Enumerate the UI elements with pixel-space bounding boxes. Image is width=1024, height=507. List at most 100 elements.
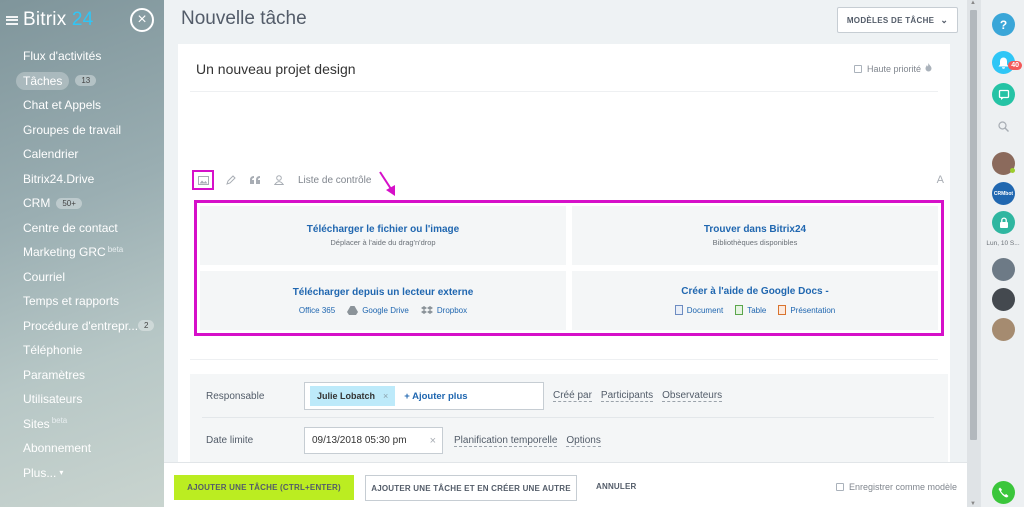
google-docs-links: Document Table Présentation: [669, 305, 842, 315]
spreadsheet-icon: [735, 305, 744, 315]
right-sidebar: ? 40 CRMbot Lun, 10 S...: [980, 0, 1024, 507]
sidebar-item-more[interactable]: Plus... ▾: [0, 461, 164, 486]
scroll-thumb[interactable]: [970, 10, 977, 440]
task-templates-button[interactable]: MODÈLES DE TÂCHE ⌄: [837, 7, 958, 33]
find-in-bitrix24-area[interactable]: Trouver dans Bitrix24 Bibliothèques disp…: [572, 206, 938, 265]
count-badge: 50+: [56, 197, 82, 209]
messenger-button[interactable]: [992, 83, 1015, 106]
sidebar-item-sites[interactable]: Sites beta: [0, 412, 164, 437]
clear-icon[interactable]: ×: [430, 435, 436, 447]
sidebar-item-label: Tâches: [16, 71, 70, 90]
sidebar-item-subscription[interactable]: Abonnement: [0, 436, 164, 461]
link-label: Office 365: [298, 305, 336, 315]
task-slider: Nouvelle tâche MODÈLES DE TÂCHE ⌄ Un nouv…: [164, 0, 980, 507]
add-and-create-another-button[interactable]: AJOUTER UNE TÂCHE ET EN CRÉER UNE AUTRE: [365, 475, 577, 501]
sidebar-item-mail[interactable]: Courriel: [0, 265, 164, 290]
mention-link-button[interactable]: [226, 175, 236, 185]
task-title-input[interactable]: Un nouveau projet design: [196, 61, 356, 77]
text-format-icon[interactable]: A: [937, 174, 944, 186]
link-label: Google Drive: [362, 305, 409, 315]
left-sidebar: Bitrix 24 Flux d'activités Tâches 13 Chat…: [0, 0, 164, 507]
options-link[interactable]: Options: [566, 435, 601, 447]
time-planning-link[interactable]: Planification temporelle: [454, 435, 558, 447]
mention-user-button[interactable]: [274, 175, 284, 185]
upload-subtitle: Déplacer à l'aide du drag'n'drop: [330, 238, 436, 247]
sidebar-item-time-reports[interactable]: Temps et rapports: [0, 289, 164, 314]
save-as-template-toggle[interactable]: Enregistrer comme modèle: [835, 482, 957, 492]
sidebar-item-marketing[interactable]: Marketing GRC beta: [0, 240, 164, 265]
help-button[interactable]: ?: [992, 13, 1015, 36]
quote-button[interactable]: [250, 176, 260, 184]
chevron-down-icon: ⌄: [940, 14, 949, 25]
assignee-chip[interactable]: Julie Lobatch ×: [310, 386, 396, 406]
lock-button[interactable]: [992, 211, 1015, 234]
sidebar-item-label: Paramètres: [23, 367, 86, 382]
image-icon: [197, 175, 209, 185]
beta-tag: beta: [107, 244, 124, 254]
link-label: Table: [747, 305, 767, 315]
deadline-input[interactable]: 09/13/2018 05:30 pm ×: [304, 427, 443, 454]
save-template-checkbox[interactable]: [835, 483, 844, 491]
close-button[interactable]: ×: [130, 8, 154, 32]
avatar[interactable]: [992, 288, 1015, 311]
sidebar-item-contact-center[interactable]: Centre de contact: [0, 216, 164, 241]
create-presentation-link[interactable]: Présentation: [778, 305, 835, 315]
link-label: Dropbox: [436, 305, 468, 315]
avatar[interactable]: [992, 152, 1015, 175]
quote-icon: [250, 176, 260, 184]
sidebar-item-crm[interactable]: CRM 50+: [0, 191, 164, 216]
search-button[interactable]: [992, 115, 1015, 138]
sidebar-item-users[interactable]: Utilisateurs: [0, 387, 164, 412]
link-label: Présentation: [790, 305, 836, 315]
recent-date-label: Lun, 10 S...: [986, 240, 1020, 247]
google-drive-link[interactable]: Google Drive: [347, 305, 409, 315]
external-drive-links: Office 365 Google Drive Dropbox: [293, 305, 473, 315]
sidebar-item-telephony[interactable]: Téléphonie: [0, 338, 164, 363]
google-drive-icon: [347, 305, 359, 315]
sidebar-item-chat[interactable]: Chat et Appels: [0, 93, 164, 118]
logo[interactable]: Bitrix 24: [23, 9, 93, 31]
create-document-link[interactable]: Document: [674, 305, 723, 315]
sidebar-item-label: Téléphonie: [23, 343, 83, 358]
participants-link[interactable]: Participants: [600, 390, 654, 402]
sidebar-item-calendar[interactable]: Calendrier: [0, 142, 164, 167]
notifications-button[interactable]: 40: [992, 51, 1022, 74]
scrollbar[interactable]: ▲ ▼: [967, 0, 980, 507]
phone-button[interactable]: [992, 481, 1015, 504]
avatar[interactable]: [992, 258, 1015, 281]
observers-link[interactable]: Observateurs: [662, 390, 723, 402]
menu-icon[interactable]: [6, 15, 18, 25]
sidebar-item-drive[interactable]: Bitrix24.Drive: [0, 167, 164, 192]
deadline-value: 09/13/2018 05:30 pm: [312, 435, 407, 446]
sidebar-item-workgroups[interactable]: Groupes de travail: [0, 118, 164, 143]
checklist-button[interactable]: Liste de contrôle: [298, 175, 371, 186]
sidebar-item-activity-stream[interactable]: Flux d'activités: [0, 44, 164, 69]
add-more-link[interactable]: + Ajouter plus: [404, 391, 467, 402]
dropbox-link[interactable]: Dropbox: [420, 305, 468, 315]
deadline-links: Planification temporelle Options: [454, 435, 610, 447]
scroll-up-icon[interactable]: ▲: [970, 0, 976, 6]
office365-link[interactable]: Office 365: [299, 306, 335, 315]
attach-file-button[interactable]: [192, 170, 214, 190]
create-table-link[interactable]: Table: [735, 305, 766, 315]
add-task-button[interactable]: AJOUTER UNE TÂCHE (CTRL+ENTER): [174, 475, 354, 500]
presentation-icon: [778, 305, 787, 315]
avatar[interactable]: [992, 318, 1015, 341]
created-by-link[interactable]: Créé par: [553, 390, 592, 402]
sidebar-item-tasks[interactable]: Tâches 13: [0, 69, 164, 94]
high-priority-toggle[interactable]: Haute priorité: [853, 63, 932, 74]
upload-file-area[interactable]: Télécharger le fichier ou l'image Déplac…: [200, 206, 566, 265]
upload-title: Télécharger le fichier ou l'image: [306, 224, 460, 235]
beta-tag: beta: [51, 416, 68, 426]
sidebar-item-label: Courriel: [23, 269, 66, 284]
sidebar-item-settings[interactable]: Paramètres: [0, 363, 164, 388]
cancel-button[interactable]: ANNULER: [596, 482, 637, 491]
remove-icon[interactable]: ×: [383, 391, 388, 401]
crmbot-avatar[interactable]: CRMbot: [992, 182, 1015, 205]
priority-checkbox[interactable]: [853, 64, 862, 73]
scroll-down-icon[interactable]: ▼: [970, 501, 976, 507]
responsible-field[interactable]: Julie Lobatch × + Ajouter plus: [304, 382, 544, 410]
sidebar-item-label: Groupes de travail: [23, 122, 122, 137]
sidebar-item-workflows[interactable]: Procédure d'entrepr... 2: [0, 314, 164, 339]
user-icon: [274, 175, 284, 185]
